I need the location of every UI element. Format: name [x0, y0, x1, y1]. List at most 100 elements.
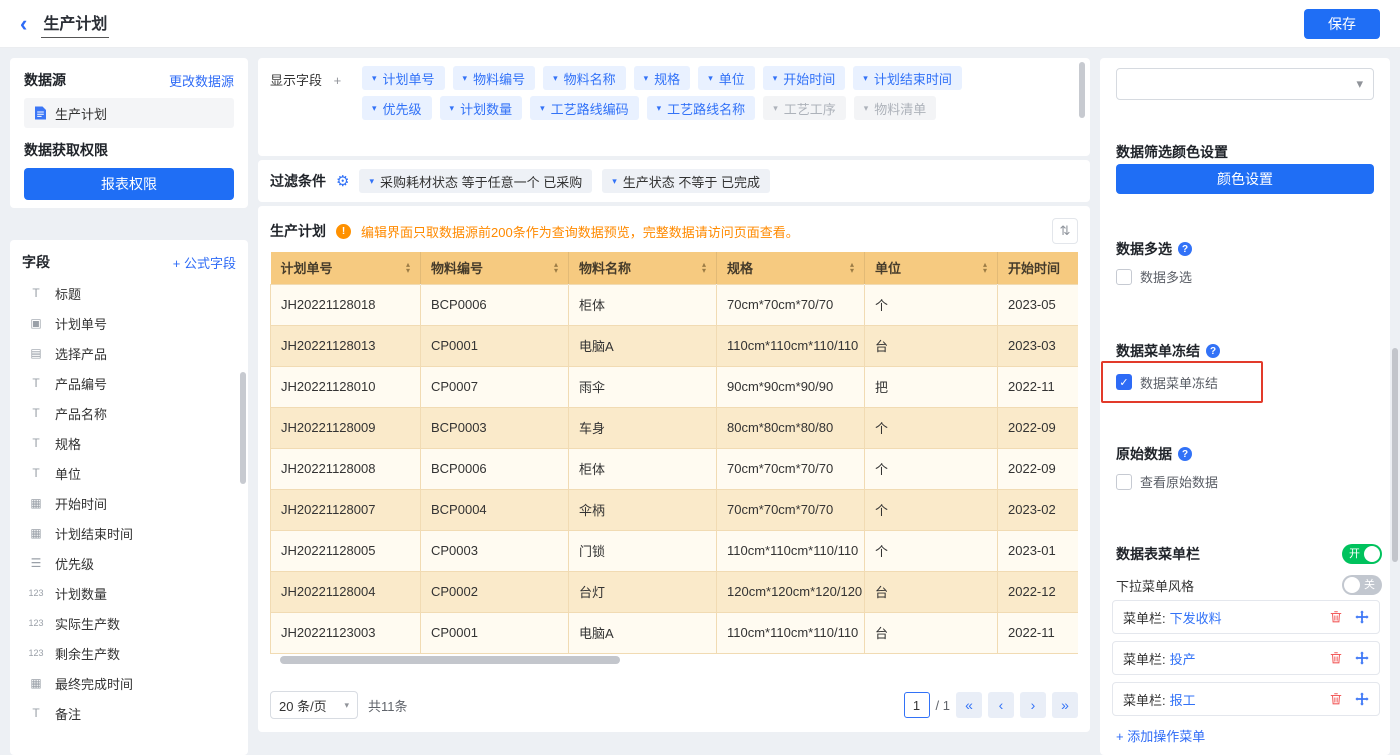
column-label: 物料编号 [431, 258, 483, 277]
field-item[interactable]: ▤选择产品 [22, 338, 236, 368]
help-icon[interactable]: ? [1178, 242, 1192, 256]
table-cell: 2022-09 [998, 407, 1079, 448]
display-field-chip-disabled[interactable]: ▾物料清单 [854, 96, 937, 120]
field-item[interactable]: 123剩余生产数 [22, 638, 236, 668]
field-item[interactable]: T备注 [22, 698, 236, 728]
field-item[interactable]: ☰优先级 [22, 548, 236, 578]
raw-data-checkbox-row[interactable]: 查看原始数据 [1116, 472, 1374, 491]
delete-icon[interactable] [1329, 651, 1343, 665]
last-page-button[interactable]: » [1052, 692, 1078, 718]
table-row[interactable]: JH20221128005CP0003门锁110cm*110cm*110/110… [271, 530, 1079, 571]
field-item[interactable]: T产品名称 [22, 398, 236, 428]
table-cell: JH20221128008 [271, 448, 421, 489]
display-fields-panel: 显示字段 + ▾计划单号▾物料编号▾物料名称▾规格▾单位▾开始时间▾计划结束时间… [258, 58, 1090, 156]
display-field-chip[interactable]: ▾计划数量 [440, 96, 523, 120]
first-page-button[interactable]: « [956, 692, 982, 718]
display-field-chip[interactable]: ▾优先级 [362, 96, 432, 120]
total-count: 共11条 [368, 696, 408, 715]
menu-item: 菜单栏:报工 [1112, 682, 1380, 716]
table-row[interactable]: JH20221128010CP0007雨伞90cm*90cm*90/90把202… [271, 366, 1079, 407]
horizontal-scrollbar[interactable] [280, 656, 620, 664]
display-field-chip[interactable]: ▾开始时间 [763, 66, 846, 90]
display-field-chip[interactable]: ▾计划单号 [362, 66, 445, 90]
table-row[interactable]: JH20221128018BCP0006柜体70cm*70cm*70/70个20… [271, 284, 1079, 325]
back-icon[interactable]: ‹ [20, 13, 27, 35]
freeze-checkbox-row[interactable]: ✓ 数据菜单冻结 [1116, 373, 1218, 392]
save-button[interactable]: 保存 [1304, 9, 1380, 39]
move-icon[interactable] [1355, 610, 1369, 624]
chip-label: 工艺路线名称 [667, 99, 745, 118]
id-icon: ▣ [26, 316, 46, 330]
fields-panel: 字段 + 公式字段 T标题▣计划单号▤选择产品T产品编号T产品名称T规格T单位▦… [10, 240, 248, 755]
sort-carets-icon[interactable]: ▴▾ [850, 262, 854, 274]
help-icon[interactable]: ? [1206, 344, 1220, 358]
field-item[interactable]: ▣计划单号 [22, 308, 236, 338]
display-field-chip[interactable]: ▾物料名称 [543, 66, 626, 90]
page-size-select[interactable]: 20 条/页 ▾ [270, 691, 358, 719]
field-item[interactable]: T标题 [22, 278, 236, 308]
report-permission-button[interactable]: 报表权限 [24, 168, 234, 200]
sort-carets-icon[interactable]: ▴▾ [554, 262, 558, 274]
table-row[interactable]: JH20221128013CP0001电脑A110cm*110cm*110/11… [271, 325, 1079, 366]
sort-carets-icon[interactable]: ▴▾ [983, 262, 987, 274]
field-item[interactable]: T单位 [22, 458, 236, 488]
table-row[interactable]: JH20221123003CP0001电脑A110cm*110cm*110/11… [271, 612, 1079, 653]
dropdown-style-toggle-off[interactable]: 关 [1342, 575, 1382, 595]
display-field-chip[interactable]: ▾计划结束时间 [853, 66, 962, 90]
datasource-item[interactable]: 生产计划 [24, 98, 234, 128]
settings-select[interactable]: ▾ [1116, 68, 1374, 100]
move-icon[interactable] [1355, 651, 1369, 665]
display-field-chip[interactable]: ▾单位 [698, 66, 755, 90]
display-chip-list: ▾计划单号 ▾物料编号 ▾物料名称 ▾规格 ▾单位 ▾开始时间 ▾计划结束时间 ▾优先级 ▾计划… [362, 66, 982, 148]
next-page-button[interactable]: › [1020, 692, 1046, 718]
page-number-input[interactable]: 1 [904, 692, 930, 718]
middle-panel-scrollbar[interactable] [1079, 62, 1085, 118]
display-field-chip[interactable]: ▾工艺路线名称 [647, 96, 756, 120]
left-panel-scrollbar[interactable] [240, 372, 246, 484]
multi-select-checkbox[interactable] [1116, 269, 1132, 285]
freeze-checkbox[interactable]: ✓ [1116, 374, 1132, 390]
raw-data-checkbox[interactable] [1116, 474, 1132, 490]
field-item[interactable]: ▦开始时间 [22, 488, 236, 518]
delete-icon[interactable] [1329, 610, 1343, 624]
field-item[interactable]: ▦最终完成时间 [22, 668, 236, 698]
add-display-field-button[interactable]: + [334, 73, 342, 88]
window-scrollbar[interactable] [1392, 348, 1398, 562]
prev-page-button[interactable]: ‹ [988, 692, 1014, 718]
table-cell: 柜体 [569, 448, 717, 489]
display-field-chip[interactable]: ▾规格 [634, 66, 691, 90]
gear-icon[interactable]: ⚙ [336, 172, 349, 190]
display-field-chip[interactable]: ▾工艺路线编码 [530, 96, 639, 120]
field-label: 剩余生产数 [55, 644, 120, 663]
delete-icon[interactable] [1329, 692, 1343, 706]
table-row[interactable]: JH20221128004CP0002台灯120cm*120cm*120/120… [271, 571, 1079, 612]
sort-carets-icon[interactable]: ▴▾ [406, 262, 410, 274]
field-item[interactable]: T产品编号 [22, 368, 236, 398]
display-field-chip-disabled[interactable]: ▾工艺工序 [763, 96, 846, 120]
menu-item-label: 报工 [1170, 690, 1196, 709]
formula-field-link[interactable]: + 公式字段 [173, 253, 236, 272]
field-item[interactable]: T规格 [22, 428, 236, 458]
field-item[interactable]: 123计划数量 [22, 578, 236, 608]
chip-label: 工艺工序 [784, 99, 836, 118]
filter-condition-chip[interactable]: ▾生产状态 不等于 已完成 [602, 169, 770, 193]
table-sort-icon[interactable]: ⇅ [1052, 218, 1078, 244]
table-row[interactable]: JH20221128007BCP0004伞柄70cm*70cm*70/70个20… [271, 489, 1079, 530]
filter-condition-chip[interactable]: ▾采购耗材状态 等于任意一个 已采购 [359, 169, 592, 193]
display-field-chip[interactable]: ▾物料编号 [453, 66, 536, 90]
add-action-menu-link[interactable]: + 添加操作菜单 [1116, 726, 1205, 745]
field-item[interactable]: 123实际生产数 [22, 608, 236, 638]
sort-carets-icon[interactable]: ▴▾ [702, 262, 706, 274]
filter-chip-list: ▾采购耗材状态 等于任意一个 已采购 ▾生产状态 不等于 已完成 [359, 169, 770, 193]
menubar-toggle-on[interactable]: 开 [1342, 544, 1382, 564]
table-row[interactable]: JH20221128009BCP0003车身80cm*80cm*80/80个20… [271, 407, 1079, 448]
color-setting-button[interactable]: 颜色设置 [1116, 164, 1374, 194]
field-item[interactable]: ▦计划结束时间 [22, 518, 236, 548]
chip-label: 物料编号 [473, 69, 525, 88]
change-datasource-link[interactable]: 更改数据源 [169, 71, 234, 90]
move-icon[interactable] [1355, 692, 1369, 706]
help-icon[interactable]: ? [1178, 447, 1192, 461]
multi-select-checkbox-row[interactable]: 数据多选 [1116, 267, 1374, 286]
field-label: 备注 [55, 704, 81, 723]
table-row[interactable]: JH20221128008BCP0006柜体70cm*70cm*70/70个20… [271, 448, 1079, 489]
